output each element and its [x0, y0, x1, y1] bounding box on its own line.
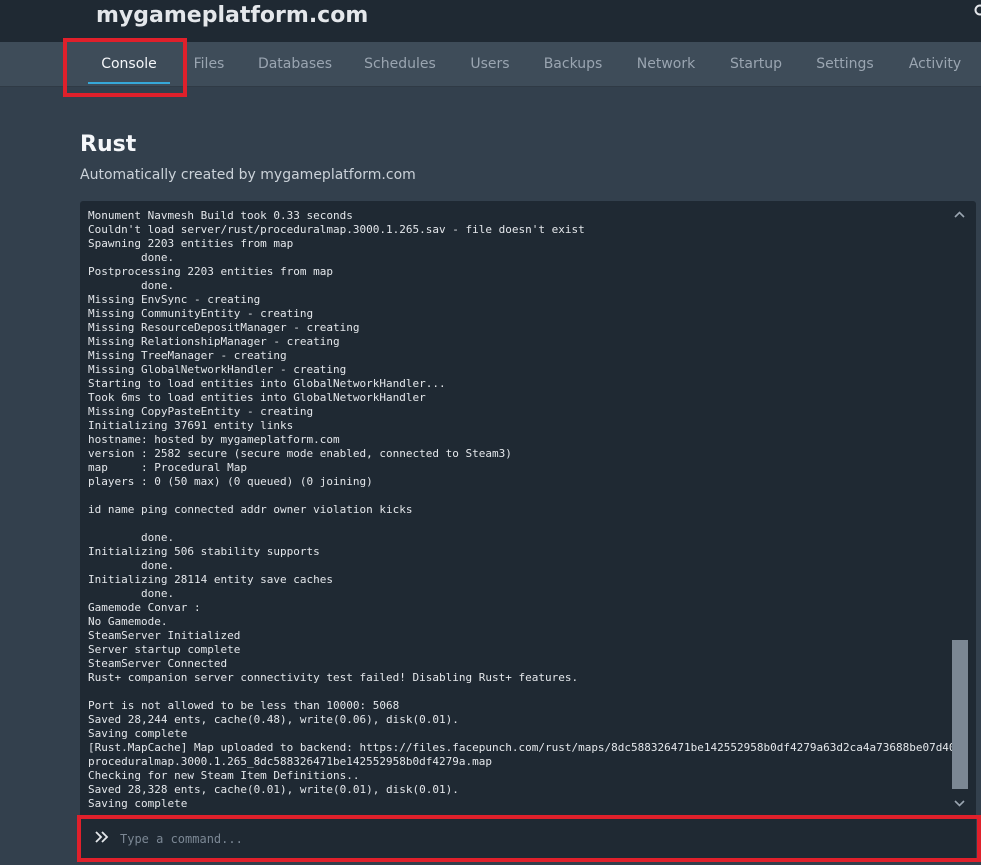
console-line: [Rust.MapCache] Map uploaded to backend:…	[88, 741, 956, 754]
console-line: Saving complete	[88, 797, 188, 810]
tab-settings[interactable]: Settings	[811, 42, 879, 86]
search-icon[interactable]	[972, 4, 981, 20]
chevron-up-icon[interactable]	[950, 207, 969, 223]
console-line: proceduralmap.3000.1.265_8dc588326471be1…	[88, 755, 492, 768]
tab-users[interactable]: Users	[465, 42, 515, 86]
tab-backups[interactable]: Backups	[540, 42, 606, 86]
console-line: Missing RelationshipManager - creating	[88, 335, 340, 348]
console-line: Took 6ms to load entities into GlobalNet…	[88, 391, 426, 404]
tab-files[interactable]: Files	[186, 42, 232, 86]
console-line: No Gamemode.	[88, 615, 168, 628]
tab-startup[interactable]: Startup	[726, 42, 786, 86]
console-line: Initializing 506 stability supports	[88, 545, 320, 558]
console-line: Postprocessing 2203 entities from map	[88, 265, 334, 278]
top-bar: mygameplatform.com	[0, 0, 981, 42]
console-line: SteamServer Connected	[88, 657, 228, 670]
console-line: Rust+ companion server connectivity test…	[88, 671, 579, 684]
tab-activity[interactable]: Activity	[904, 42, 966, 86]
console-line: done.	[88, 559, 175, 572]
console-line: Initializing 37691 entity links	[88, 419, 294, 432]
console-line: Missing ResourceDepositManager - creatin…	[88, 321, 360, 334]
console-line: Starting to load entities into GlobalNet…	[88, 377, 446, 390]
console-line: Saving complete	[88, 727, 188, 740]
console-line: Missing CommunityEntity - creating	[88, 307, 314, 320]
console-log: Monument Navmesh Build took 0.33 seconds…	[88, 209, 956, 811]
console-line: Saved 28,328 ents, cache(0.01), write(0.…	[88, 783, 459, 796]
console-line: Monument Navmesh Build took 0.33 seconds	[88, 209, 353, 222]
console-line: Missing TreeManager - creating	[88, 349, 287, 362]
console-line: hostname: hosted by mygameplatform.com	[88, 433, 340, 446]
active-tab-indicator	[88, 82, 170, 84]
console-line: id name ping connected addr owner violat…	[88, 503, 413, 516]
console-line: Gamemode Convar :	[88, 601, 201, 614]
tab-schedules[interactable]: Schedules	[360, 42, 440, 86]
console-line: version : 2582 secure (secure mode enabl…	[88, 447, 512, 460]
console-line: players : 0 (50 max) (0 queued) (0 joini…	[88, 475, 373, 488]
tab-databases[interactable]: Databases	[255, 42, 335, 86]
command-input[interactable]	[118, 826, 962, 852]
console-line: done.	[88, 531, 175, 544]
console-line: Checking for new Steam Item Definitions.…	[88, 769, 360, 782]
server-description: Automatically created by mygameplatform.…	[80, 167, 416, 183]
console-line: Initializing 28114 entity save caches	[88, 573, 334, 586]
tab-console[interactable]: Console	[88, 42, 170, 86]
console-line: Port is not allowed to be less than 1000…	[88, 699, 400, 712]
command-bar	[80, 818, 976, 858]
console-line: Couldn't load server/rust/proceduralmap.…	[88, 223, 585, 236]
server-nav: Console Files Databases Schedules Users …	[0, 42, 981, 87]
page-title: Rust	[80, 132, 137, 157]
console-line: SteamServer Initialized	[88, 629, 241, 642]
console-line: Server startup complete	[88, 643, 241, 656]
tab-network[interactable]: Network	[631, 42, 701, 86]
double-chevron-right-icon	[95, 831, 109, 843]
tab-console-label: Console	[101, 56, 157, 72]
console-line: Saved 28,244 ents, cache(0.48), write(0.…	[88, 713, 459, 726]
console-line: done.	[88, 251, 175, 264]
brand-name[interactable]: mygameplatform.com	[96, 3, 368, 28]
console-line: done.	[88, 587, 175, 600]
chevron-down-icon[interactable]	[950, 795, 969, 811]
console-scrollbar[interactable]	[950, 207, 969, 811]
console-line: Missing CopyPasteEntity - creating	[88, 405, 314, 418]
scrollbar-thumb[interactable]	[952, 640, 968, 789]
console-line: Spawning 2203 entities from map	[88, 237, 294, 250]
console-output[interactable]: Monument Navmesh Build took 0.33 seconds…	[80, 201, 976, 815]
console-line: done.	[88, 279, 175, 292]
console-line: Missing EnvSync - creating	[88, 293, 261, 306]
console-line: Missing GlobalNetworkHandler - creating	[88, 363, 347, 376]
console-line: map : Procedural Map	[88, 461, 247, 474]
